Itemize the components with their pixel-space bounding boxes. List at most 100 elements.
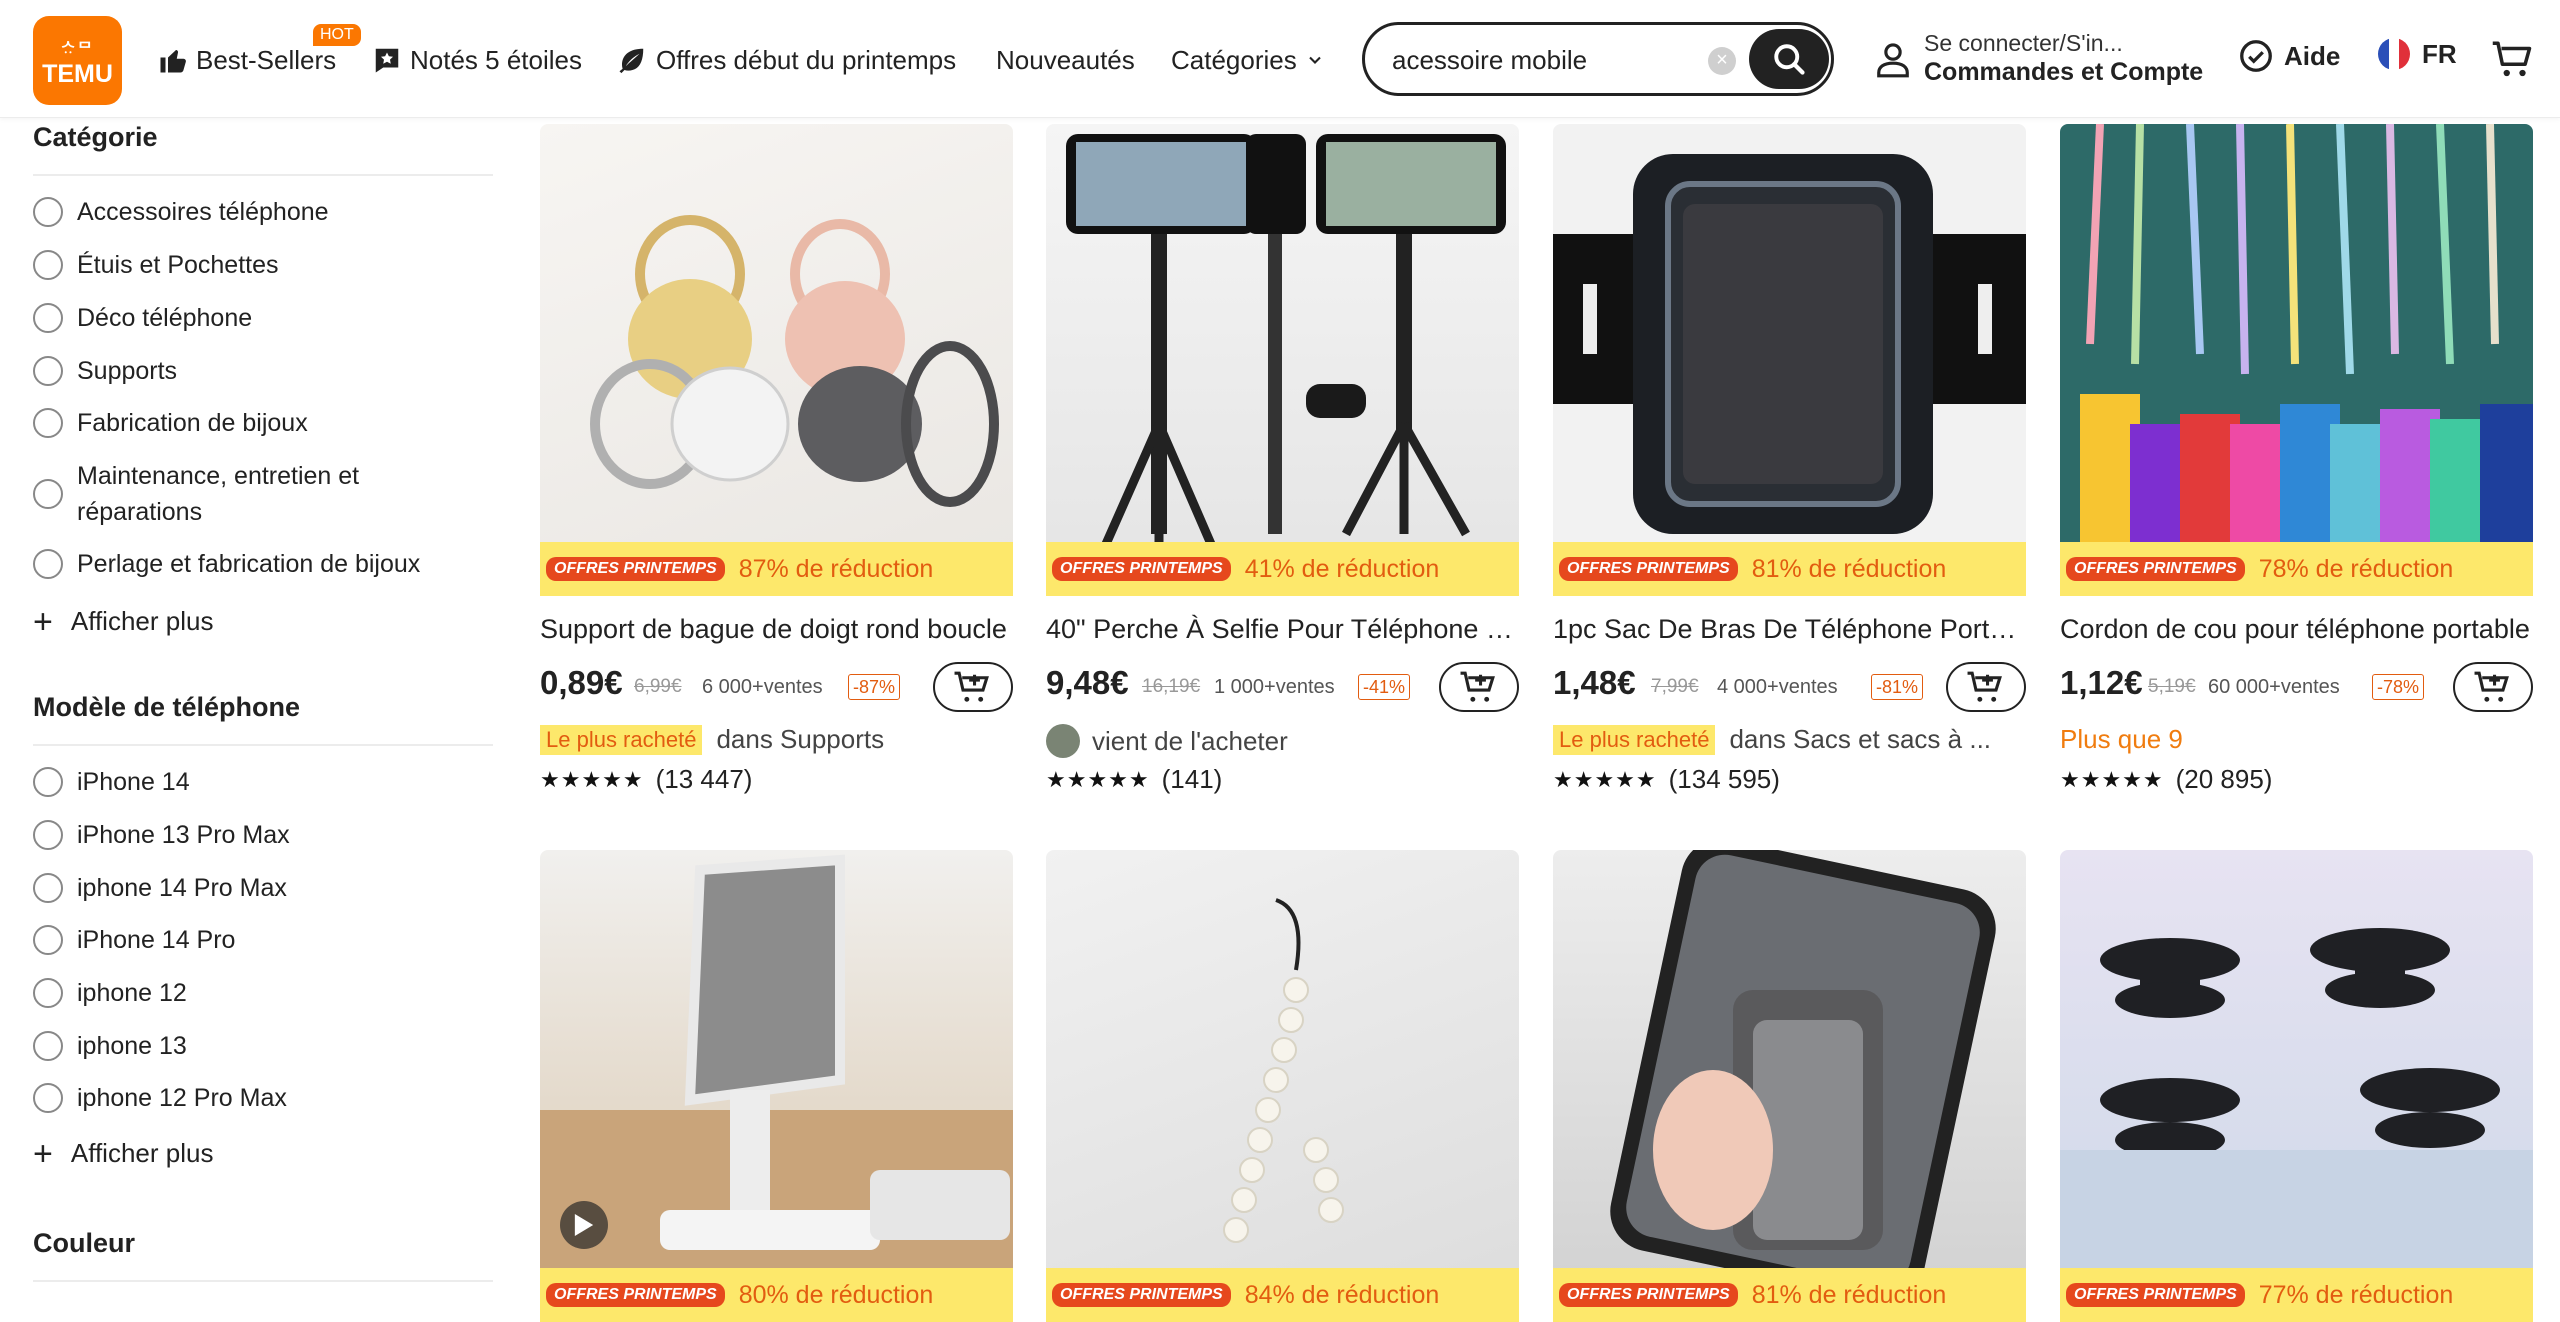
nav-categories[interactable]: Catégories — [1171, 38, 1333, 82]
star-badge-icon — [375, 48, 399, 73]
filter-option-iphone12promax[interactable]: iphone 12 Pro Max — [33, 1080, 503, 1116]
promo-banner: OFFRES PRINTEMPS 81% de réduction — [1553, 1268, 2026, 1322]
best-label: Le plus racheté — [1553, 724, 1716, 755]
product-image[interactable]: OFFRES PRINTEMPS 41% de réduction — [1046, 124, 1519, 596]
product-image[interactable]: OFFRES PRINTEMPS 87% de réduction — [540, 124, 1013, 596]
add-to-cart-icon — [1967, 671, 2002, 702]
filter-option-iphone13promax[interactable]: iPhone 13 Pro Max — [33, 817, 503, 853]
radio-button[interactable] — [33, 479, 63, 509]
filter-option-iphone12[interactable]: iphone 12 — [33, 975, 503, 1011]
price-row: 1,48€ 7,99€ 4 000+ventes -81% — [1553, 662, 2026, 712]
product-title[interactable]: Support de bague de doigt rond boucle — [540, 614, 1013, 645]
radio-button[interactable] — [33, 1031, 63, 1061]
radio-button[interactable] — [33, 925, 63, 955]
add-to-cart-button[interactable] — [1439, 662, 1519, 712]
product-title[interactable]: 40" Perche À Selfie Pour Téléphone Porta… — [1046, 614, 1519, 645]
review-count: (13 447) — [655, 764, 753, 794]
temu-logo[interactable]: ᄉᆢᄆ TEMU — [33, 16, 122, 105]
radio-button[interactable] — [33, 408, 63, 438]
search-button[interactable] — [1749, 29, 1829, 89]
category-show-more[interactable]: + Afficher plus — [33, 605, 213, 639]
nav-five-stars[interactable]: Notés 5 étoiles — [372, 38, 582, 82]
radio-button[interactable] — [33, 873, 63, 903]
promo-banner: OFFRES PRINTEMPS 87% de réduction — [540, 542, 1013, 596]
radio-button[interactable] — [33, 197, 63, 227]
nav-spring-deals[interactable]: Offres début du printemps — [616, 38, 956, 82]
product-image[interactable]: OFFRES PRINTEMPS 81% de réduction — [1553, 124, 2026, 596]
promo-tag: OFFRES PRINTEMPS — [1559, 1283, 1738, 1307]
add-to-cart-button[interactable] — [1946, 662, 2026, 712]
product-image[interactable]: OFFRES PRINTEMPS 77% de réduction — [2060, 850, 2533, 1322]
promo-banner: OFFRES PRINTEMPS 84% de réduction — [1046, 1268, 1519, 1322]
filter-option-label: Étuis et Pochettes — [77, 251, 279, 279]
product-image[interactable]: OFFRES PRINTEMPS 78% de réduction — [2060, 124, 2533, 596]
add-to-cart-icon — [954, 671, 989, 702]
hot-badge: HOT — [313, 24, 361, 46]
radio-button[interactable] — [33, 820, 63, 850]
discount-label: 41% de réduction — [1244, 554, 1440, 583]
filter-option-deco[interactable]: Déco téléphone — [33, 300, 503, 336]
help-link[interactable]: Aide — [2238, 38, 2340, 74]
discount-badge: -81% — [1871, 674, 1924, 700]
promo-banner: OFFRES PRINTEMPS 81% de réduction — [1553, 542, 2026, 596]
product-sub-info: Le plus racheté dans Sacs et sacs à ... — [1553, 724, 2026, 755]
product-image[interactable]: OFFRES PRINTEMPS 80% de réduction — [540, 850, 1013, 1322]
product-title[interactable]: 1pc Sac De Bras De Téléphone Portable — [1553, 614, 2026, 645]
old-price: 6,99€ — [634, 676, 682, 697]
price-row: 1,12€ 5,19€ 60 000+ventes -78% — [2060, 662, 2533, 712]
nav-new[interactable]: Nouveautés — [996, 38, 1135, 82]
radio-button[interactable] — [33, 1083, 63, 1113]
nav-best-sellers[interactable]: Best-Sellers — [158, 38, 336, 82]
radio-button[interactable] — [33, 978, 63, 1008]
model-show-more[interactable]: + Afficher plus — [33, 1137, 214, 1171]
price: 9,48€ — [1046, 664, 1129, 701]
filter-option-label: iphone 12 Pro Max — [77, 1084, 287, 1112]
product-image[interactable]: OFFRES PRINTEMPS 84% de réduction — [1046, 850, 1519, 1322]
filter-option-bijoux[interactable]: Fabrication de bijoux — [33, 405, 503, 441]
filter-option-label: Accessoires téléphone — [77, 198, 329, 226]
sub-text: dans Supports — [716, 724, 885, 754]
filter-option-iphone14pro[interactable]: iPhone 14 Pro — [33, 922, 503, 958]
radio-button[interactable] — [33, 767, 63, 797]
add-to-cart-button[interactable] — [2453, 662, 2533, 712]
logo-glyphs: ᄉᆢᄆ — [60, 41, 95, 58]
account-signin-text: Se connecter/S'in... — [1924, 30, 2123, 56]
filter-option-iphone14promax[interactable]: iphone 14 Pro Max — [33, 870, 503, 906]
product-image[interactable]: OFFRES PRINTEMPS 81% de réduction — [1553, 850, 2026, 1322]
show-more-label: Afficher plus — [70, 1138, 214, 1168]
add-to-cart-icon — [2474, 671, 2509, 702]
divider — [33, 1280, 493, 1282]
radio-button[interactable] — [33, 250, 63, 280]
thumbs-up-icon — [160, 50, 186, 73]
filter-option-iphone14[interactable]: iPhone 14 — [33, 764, 503, 800]
old-price: 16,19€ — [1142, 676, 1201, 697]
filter-option-label: Perlage et fabrication de bijoux — [77, 550, 421, 578]
radio-button[interactable] — [33, 549, 63, 579]
radio-button[interactable] — [33, 356, 63, 386]
play-video-icon[interactable] — [560, 1201, 608, 1249]
radio-button[interactable] — [33, 303, 63, 333]
rating-stars: ★★★★★ — [1553, 766, 1657, 792]
filter-option-iphone13[interactable]: iphone 13 — [33, 1028, 503, 1064]
filter-option-accessoires[interactable]: Accessoires téléphone — [33, 194, 503, 230]
promo-tag: OFFRES PRINTEMPS — [2066, 557, 2245, 581]
language-selector[interactable]: FR — [2378, 38, 2457, 70]
clear-icon[interactable]: × — [1708, 47, 1736, 75]
filter-option-label: iphone 13 — [77, 1032, 187, 1060]
divider — [33, 744, 493, 746]
review-count: (134 595) — [1668, 764, 1780, 794]
filter-option-label: Déco téléphone — [77, 304, 253, 332]
promo-banner: OFFRES PRINTEMPS 78% de réduction — [2060, 542, 2533, 596]
filter-option-maintenance[interactable]: Maintenance, entretien et réparations — [33, 458, 393, 530]
filter-option-label: iPhone 13 Pro Max — [77, 821, 290, 849]
cart-button[interactable] — [2490, 38, 2534, 85]
promo-tag: OFFRES PRINTEMPS — [1052, 557, 1231, 581]
filter-option-etuis[interactable]: Étuis et Pochettes — [33, 247, 503, 283]
search-input[interactable]: acessoire mobile — [1392, 45, 1587, 76]
help-label: Aide — [2284, 40, 2341, 71]
product-title[interactable]: Cordon de cou pour téléphone portable — [2060, 614, 2533, 645]
filter-option-supports[interactable]: Supports — [33, 353, 503, 389]
add-to-cart-button[interactable] — [933, 662, 1013, 712]
filter-option-perlage[interactable]: Perlage et fabrication de bijoux — [33, 546, 503, 582]
chevron-down-icon — [1308, 56, 1321, 64]
